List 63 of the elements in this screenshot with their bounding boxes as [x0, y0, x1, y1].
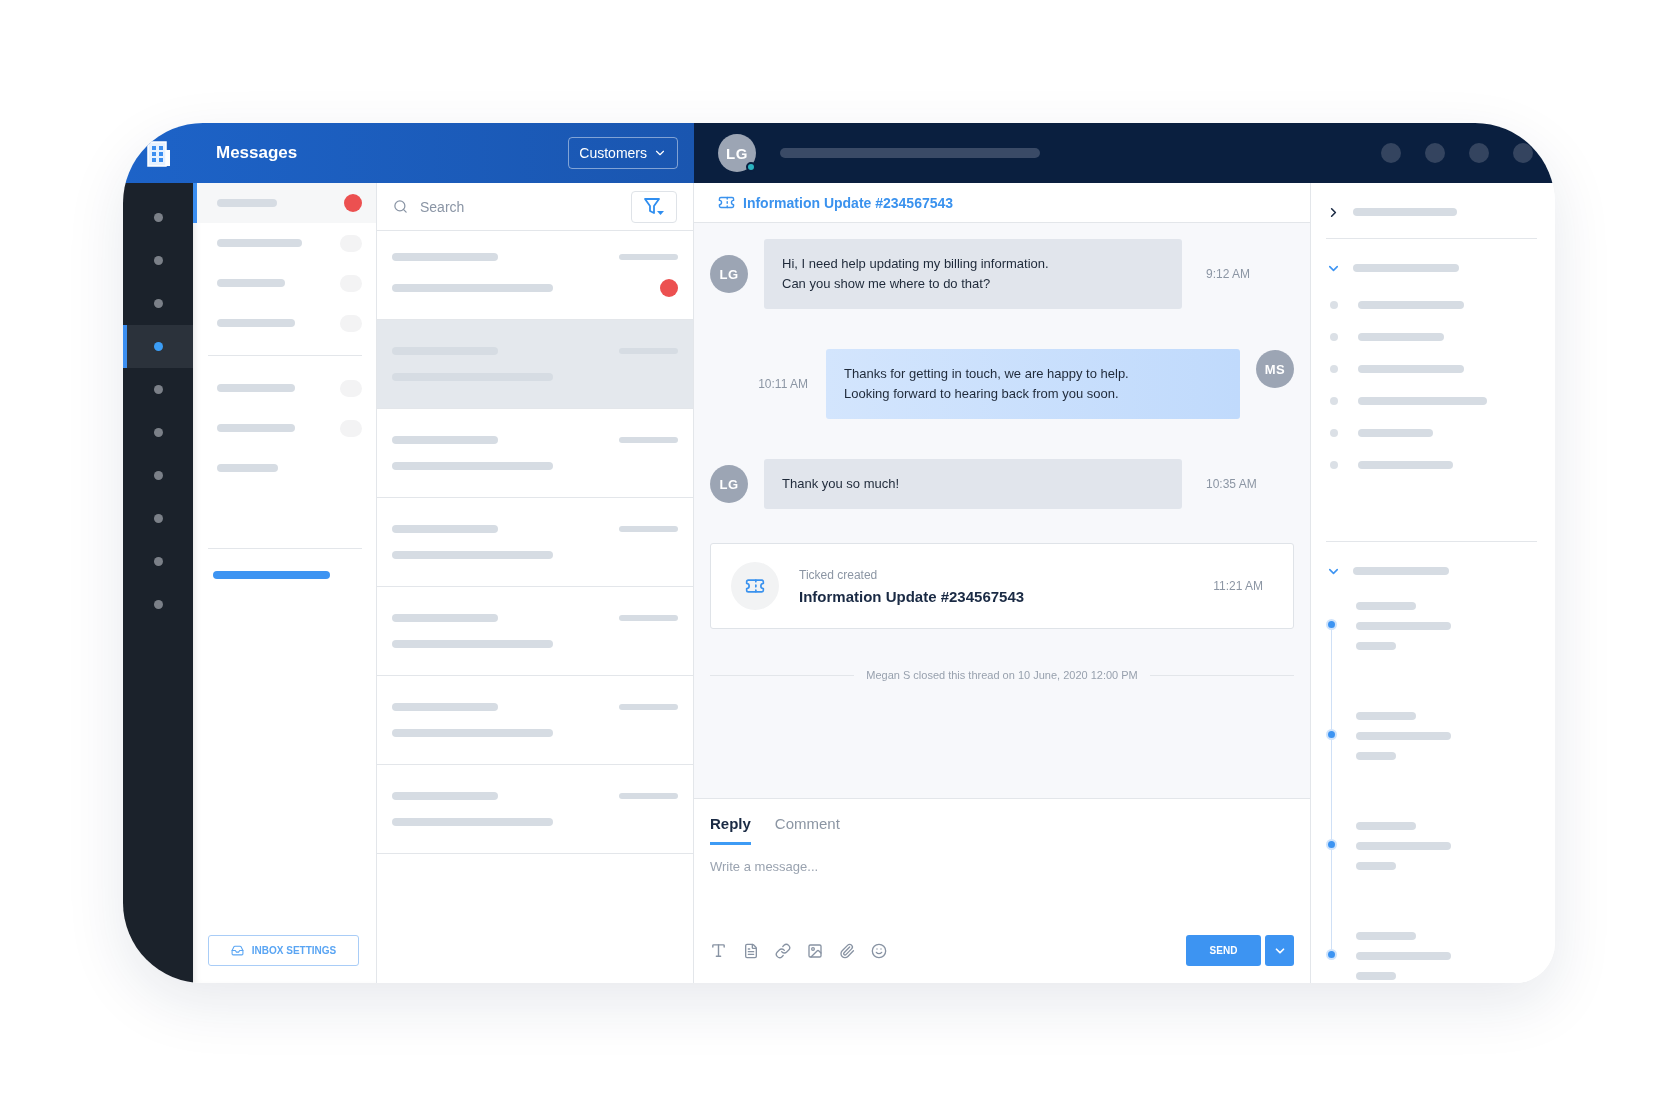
bullet-icon: [1330, 365, 1338, 373]
send-options-button[interactable]: [1265, 935, 1294, 966]
skeleton-bar: [1356, 972, 1396, 980]
customer-avatar: LG: [710, 255, 748, 293]
skeleton-bar: [619, 437, 678, 443]
text-format-icon[interactable]: [710, 942, 727, 959]
skeleton-bar: [217, 199, 277, 207]
ticket-label: Ticked created: [799, 567, 879, 582]
document-icon[interactable]: [743, 942, 759, 959]
inbox-icon: [230, 944, 244, 957]
composer-tab[interactable]: Reply: [710, 799, 751, 845]
send-button[interactable]: SEND: [1186, 935, 1261, 966]
skeleton-bar: [619, 254, 678, 260]
rail-item[interactable]: [123, 325, 193, 368]
ticket-icon: [718, 194, 735, 211]
message-input[interactable]: Write a message...: [710, 855, 1294, 921]
agent-avatar: MS: [1256, 350, 1294, 388]
message-bubble: Hi, I need help updating my billing information. Can you show me where to do that?: [764, 239, 1182, 309]
bullet-icon: [1330, 397, 1338, 405]
message-time: 11:21 AM: [1212, 579, 1263, 593]
app-title: Messages: [216, 143, 299, 163]
skeleton-bar: [1356, 822, 1416, 830]
ticket-name: Information Update #234567543: [799, 587, 1026, 605]
filter-icon: [643, 196, 665, 217]
bullet-icon: [1330, 333, 1338, 341]
image-icon[interactable]: [807, 942, 823, 959]
skeleton-bar: [619, 615, 678, 621]
search-icon: [393, 199, 408, 214]
ticket-title: Information Update #234567543: [743, 194, 954, 211]
bullet-icon: [1330, 429, 1338, 437]
skeleton-bar: [619, 793, 678, 799]
closed-notice: Megan S closed this thread on 10 June, 2020 12:00 PM: [866, 669, 1138, 681]
filter-button[interactable]: [631, 190, 677, 223]
contact-avatar: LG: [718, 134, 756, 172]
message-bubble: Thanks for getting in touch, we are happy to help. Looking forward to hearing back from you soon.: [826, 349, 1240, 419]
skeleton-bar: [1356, 932, 1416, 940]
conversation-row[interactable]: [377, 320, 693, 409]
skeleton-bar: [1356, 602, 1416, 610]
bullet-icon: [1330, 461, 1338, 469]
paperclip-icon[interactable]: [839, 942, 855, 959]
skeleton-bar: [217, 279, 285, 287]
customers-dropdown[interactable]: Customers: [568, 137, 678, 169]
header-action-icon[interactable]: [1513, 143, 1533, 163]
emoji-icon[interactable]: [871, 942, 887, 959]
message-time: 10:11 AM: [757, 377, 808, 391]
inbox-settings-button[interactable]: INBOX SETTINGS: [208, 935, 359, 966]
link-icon[interactable]: [775, 942, 791, 959]
message-time: 10:35 AM: [1206, 477, 1258, 491]
skeleton-bar: [1356, 712, 1416, 720]
nav-item[interactable]: [193, 183, 376, 223]
bullet-icon: [1330, 301, 1338, 309]
composer-tab[interactable]: Comment: [774, 799, 840, 845]
skeleton-bar: [619, 704, 678, 710]
message-bubble: Thank you so much!: [764, 459, 1182, 509]
customer-avatar: LG: [710, 465, 748, 503]
skeleton-bar: [619, 526, 678, 532]
message-time: 9:12 AM: [1206, 267, 1252, 281]
skeleton-bar: [1356, 862, 1396, 870]
search-field[interactable]: Search: [418, 197, 621, 216]
skeleton-bar: [1356, 752, 1396, 760]
ticket-icon: [745, 576, 765, 596]
skeleton-bar: [217, 464, 278, 472]
skeleton-bar: [1356, 642, 1396, 650]
